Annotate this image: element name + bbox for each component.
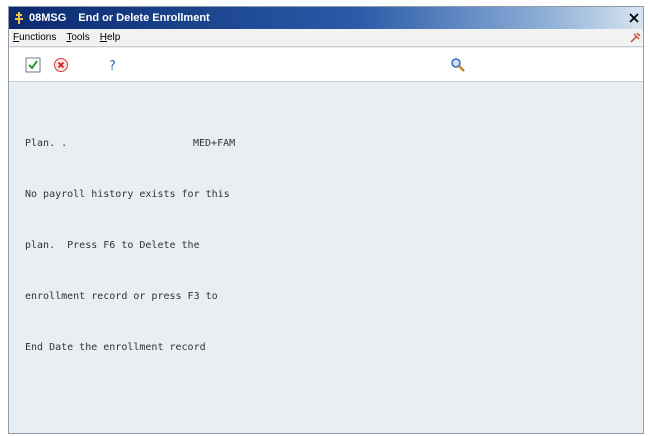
message-line: No payroll history exists for this (25, 189, 230, 200)
app-icon (13, 12, 25, 24)
message-line: enrollment record or press F3 to (25, 291, 218, 302)
message-panel: Plan. . MED+FAM No payroll history exist… (9, 83, 643, 433)
title-bar: 08MSG End or Delete Enrollment (9, 7, 643, 29)
message-text: Plan. . MED+FAM No payroll history exist… (25, 101, 235, 390)
message-line: End Date the enrollment record (25, 342, 206, 353)
window-code: 08MSG (29, 12, 67, 24)
close-button[interactable] (627, 11, 641, 25)
close-icon (629, 13, 639, 23)
plan-label: Plan. . (25, 138, 68, 149)
help-icon[interactable]: ? (105, 57, 121, 74)
plan-value: MED+FAM (193, 138, 236, 149)
menu-bar: Functions Tools Help (9, 29, 643, 47)
plan-row: Plan. . MED+FAM (25, 135, 235, 152)
menu-functions[interactable]: Functions (13, 32, 56, 43)
toolbar: ? (9, 48, 643, 82)
menu-tools[interactable]: Tools (66, 32, 89, 43)
message-line: plan. Press F6 to Delete the (25, 240, 200, 251)
pin-icon[interactable] (629, 32, 641, 44)
window-title: End or Delete Enrollment (78, 12, 210, 24)
cancel-icon[interactable] (53, 57, 69, 73)
menu-help[interactable]: Help (100, 32, 121, 43)
svg-text:?: ? (109, 59, 116, 73)
window: 08MSG End or Delete Enrollment Functions… (8, 6, 644, 434)
checkmark-icon[interactable] (25, 57, 41, 73)
search-icon[interactable] (450, 57, 466, 73)
